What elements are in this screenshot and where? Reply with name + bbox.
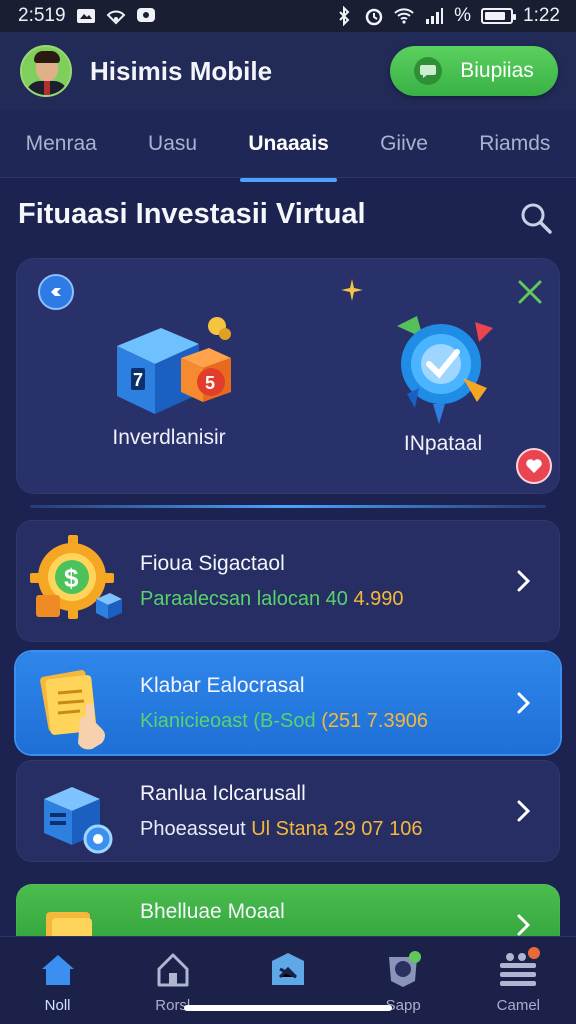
feature-investment[interactable]: 7 5 Inverdlanisir bbox=[94, 306, 244, 450]
nav-house[interactable]: Rorsl bbox=[128, 947, 218, 1014]
svg-text:$: $ bbox=[64, 563, 79, 593]
nav-chart[interactable] bbox=[243, 947, 333, 997]
list-item[interactable]: Klabar Ealocrasal Kianicieoast (B-Sod (2… bbox=[16, 652, 560, 754]
list-item[interactable]: $ Fioua Sigactaol Paraalecsan lalocan 40… bbox=[16, 520, 560, 642]
list-item-detail-b: Ul Stana 29 07 106 bbox=[251, 817, 423, 840]
chat-button-label: Biupiias bbox=[460, 59, 534, 82]
list-item-detail: Phoeasseut Ul Stana 29 07 106 bbox=[140, 818, 508, 841]
list-item-detail: Paraalecsan lalocan 40 4.990 bbox=[140, 588, 508, 611]
box-gear-icon bbox=[30, 763, 126, 859]
nav-home-label: Noll bbox=[44, 997, 71, 1014]
chart-box-icon bbox=[271, 953, 304, 985]
chevron-right-icon bbox=[517, 692, 531, 714]
chat-bubble-icon bbox=[414, 57, 443, 85]
list-item-detail-a: Paraalecsan lalocan 40 bbox=[140, 587, 348, 610]
tab-riamds[interactable]: Riamds bbox=[475, 122, 554, 166]
signal-icon bbox=[424, 6, 444, 26]
list-item-detail-a: Kianicieoast (B-Sod bbox=[140, 709, 316, 732]
list-item-title: Klabar Ealocrasal bbox=[140, 673, 305, 697]
wifi-notification-icon bbox=[106, 6, 126, 26]
status-time-left: 2:519 bbox=[18, 5, 66, 26]
heart-icon bbox=[526, 459, 542, 473]
chevron-right-icon bbox=[517, 800, 531, 822]
feature-investment-label: Inverdlanisir bbox=[112, 426, 226, 449]
favorite-button[interactable] bbox=[516, 448, 552, 484]
status-bar: 2:519 % 1:22 bbox=[0, 0, 576, 32]
battery-percent: % bbox=[454, 5, 472, 26]
list-item-detail: Kianicieoast (B-Sod (251 7.3906 bbox=[140, 710, 508, 733]
alarm-icon bbox=[364, 6, 384, 26]
app-title: Hisimis Mobile bbox=[90, 55, 273, 86]
nav-home[interactable]: Noll bbox=[13, 947, 103, 1014]
nav-coin[interactable]: Sapp bbox=[358, 947, 448, 1014]
home-icon bbox=[41, 955, 74, 985]
tab-unaaais[interactable]: Unaaais bbox=[240, 122, 337, 182]
wifi-icon bbox=[394, 6, 414, 26]
home-indicator[interactable] bbox=[184, 1005, 392, 1011]
feature-target[interactable]: INpataal bbox=[368, 308, 518, 456]
status-time-right: 1:22 bbox=[523, 5, 560, 26]
chat-button[interactable]: Biupiias bbox=[390, 46, 558, 96]
app-header: Hisimis Mobile Biupiias bbox=[0, 32, 576, 110]
target-badge-icon bbox=[383, 308, 503, 432]
gear-coin-icon: $ bbox=[30, 533, 126, 629]
list-item-title: Bhelluae Moaal bbox=[140, 900, 285, 923]
svg-text:7: 7 bbox=[133, 370, 143, 390]
page-title: Fituaasi Investasii Virtual bbox=[18, 198, 366, 230]
divider bbox=[30, 505, 546, 508]
cube-stack-icon: 7 5 bbox=[99, 306, 239, 426]
battery-icon bbox=[481, 8, 517, 24]
house-outline-icon bbox=[157, 953, 189, 987]
image-notification-icon bbox=[76, 6, 96, 26]
avatar[interactable] bbox=[20, 45, 72, 97]
search-button[interactable] bbox=[516, 198, 556, 238]
nav-menu[interactable]: Camel bbox=[473, 947, 563, 1014]
list-item-detail-b: (251 7.3906 bbox=[321, 709, 428, 732]
bluetooth-icon bbox=[334, 6, 354, 26]
chevron-right-icon bbox=[517, 570, 531, 592]
feature-target-label: INpataal bbox=[403, 432, 483, 455]
tab-menraa[interactable]: Menraa bbox=[22, 122, 101, 166]
menu-icon bbox=[500, 947, 541, 986]
list-item[interactable]: Ranlua Iclcarusall Phoeasseut Ul Stana 2… bbox=[16, 760, 560, 862]
message-notification-icon bbox=[136, 6, 156, 26]
tab-bar: Menraa Uasu Unaaais Giive Riamds bbox=[0, 110, 576, 182]
list-item[interactable]: Bhelluae Moaal bbox=[16, 884, 560, 944]
close-icon[interactable] bbox=[516, 278, 544, 306]
sparkle-icon bbox=[341, 279, 363, 301]
search-icon bbox=[521, 203, 552, 234]
badge-icon[interactable] bbox=[38, 274, 74, 310]
list-item-title: Ranlua Iclcarusall bbox=[140, 781, 306, 805]
tab-giive[interactable]: Giive bbox=[376, 122, 432, 166]
nav-menu-label: Camel bbox=[496, 997, 541, 1014]
document-hand-icon bbox=[30, 655, 126, 751]
list-item-title: Fioua Sigactaol bbox=[140, 551, 285, 575]
tab-uasu[interactable]: Uasu bbox=[144, 122, 201, 166]
coin-icon bbox=[389, 951, 422, 987]
feature-card: 7 5 Inverdlanisir INpataal bbox=[16, 258, 560, 494]
list-item-detail-a: Phoeasseut bbox=[140, 817, 246, 840]
list-item-detail-b: 4.990 bbox=[353, 587, 404, 610]
svg-text:5: 5 bbox=[205, 373, 215, 393]
